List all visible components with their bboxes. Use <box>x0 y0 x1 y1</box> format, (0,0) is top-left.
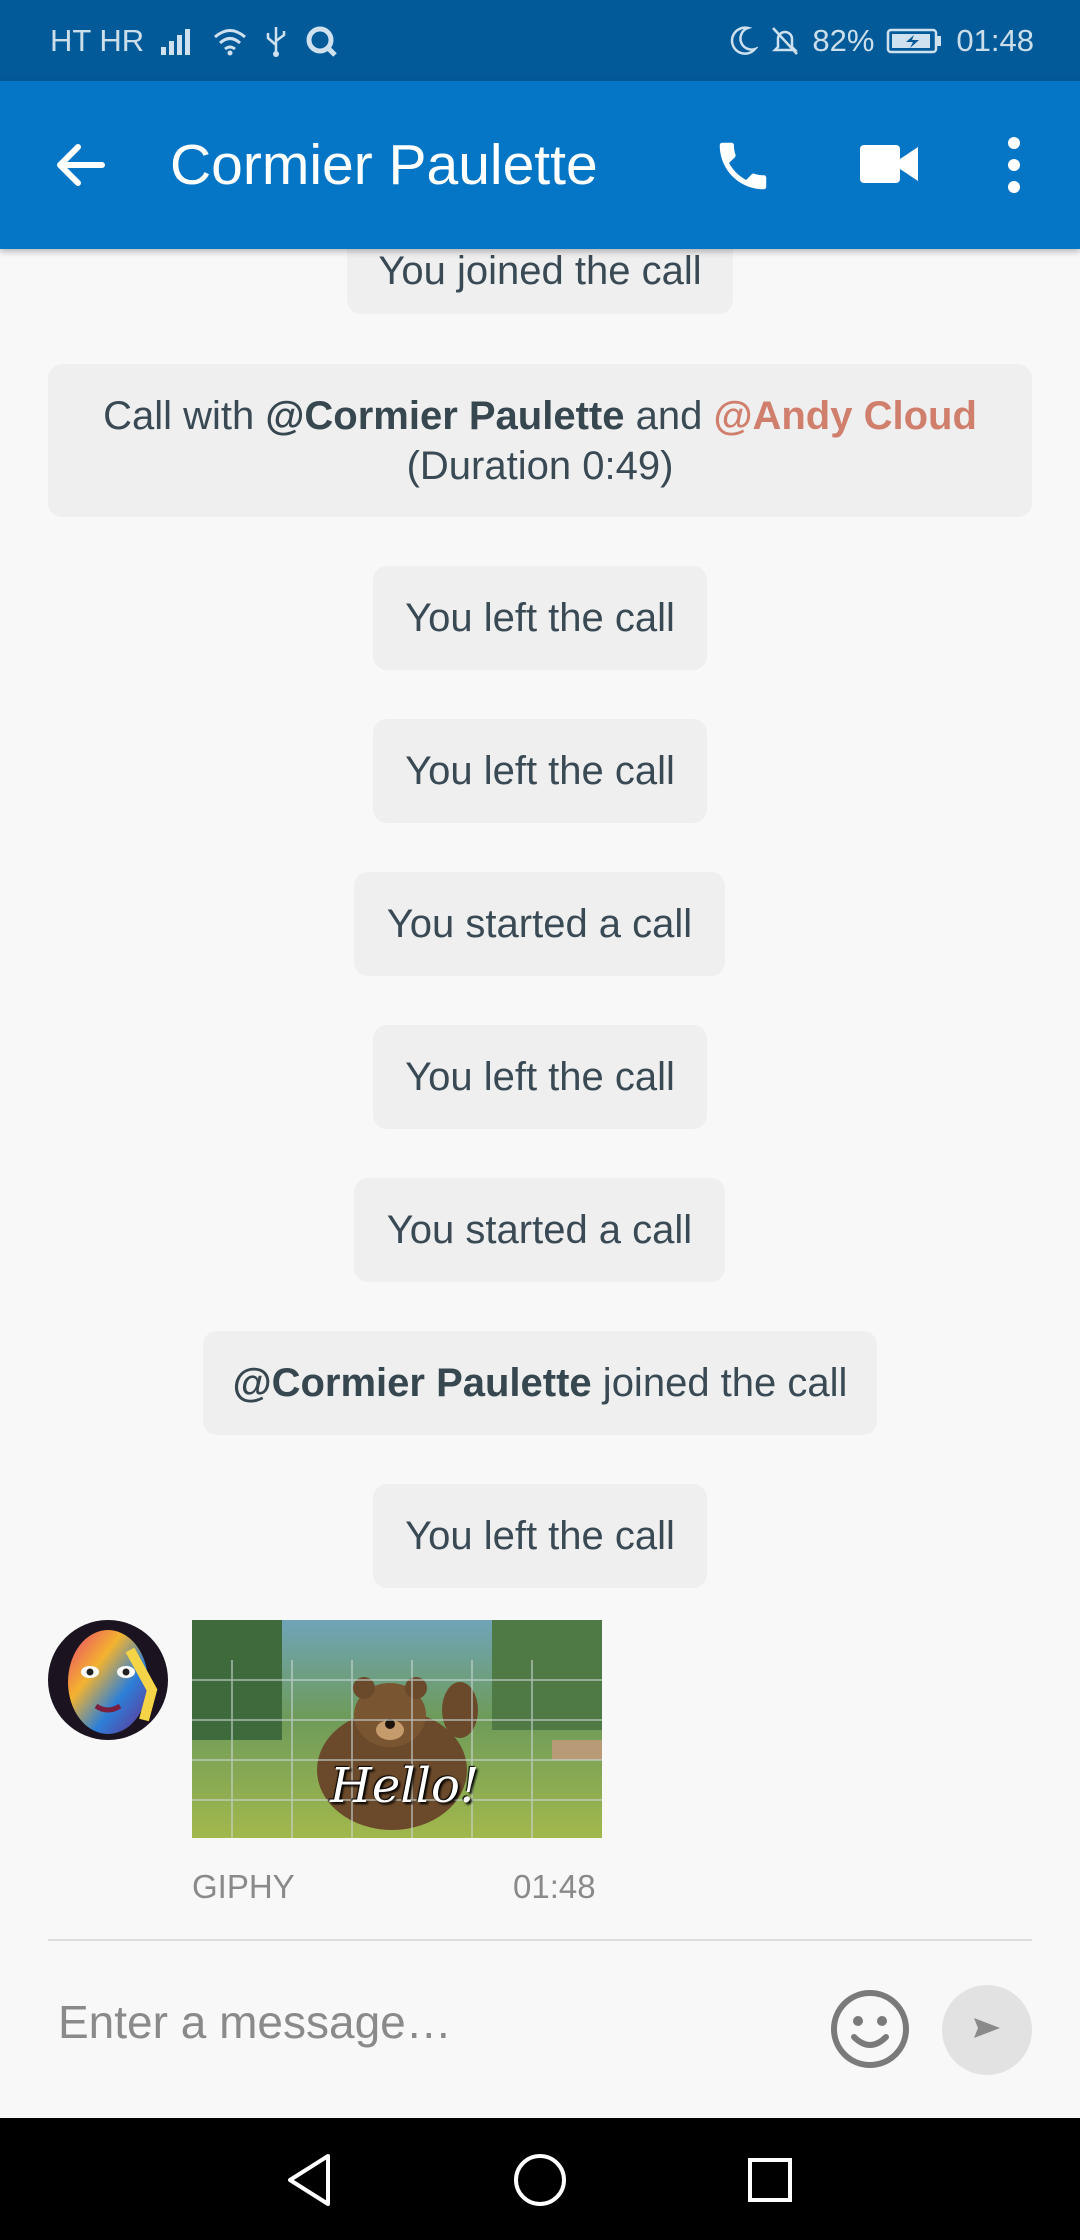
usb-icon <box>264 25 288 57</box>
joined-text: joined the call <box>591 1360 848 1405</box>
battery-charging-icon <box>886 27 944 55</box>
mention-andy-cloud[interactable]: @Andy Cloud <box>713 394 976 438</box>
back-arrow-icon[interactable] <box>52 137 108 193</box>
system-nav-bar <box>0 2118 1080 2240</box>
system-message-text: You left the call <box>405 1513 675 1558</box>
system-message-text: You started a call <box>386 901 693 946</box>
system-message: You left the call <box>373 1484 707 1588</box>
system-message: You started a call <box>354 1178 725 1282</box>
phone-call-icon[interactable] <box>712 135 774 197</box>
more-vert-icon[interactable] <box>994 133 1034 197</box>
system-message-text: You left the call <box>405 1054 675 1099</box>
system-message: You left the call <box>373 1025 707 1129</box>
gif-caption: Hello! <box>330 1758 480 1814</box>
conversation-title: Cormier Paulette <box>170 133 598 197</box>
app-bar: Cormier Paulette <box>0 81 1080 249</box>
system-message-text: You joined the call <box>378 249 702 293</box>
gif-source-label: GIPHY <box>192 1868 295 1905</box>
system-message-text: @Cormier Paulette joined the call <box>233 1361 848 1406</box>
video-call-icon[interactable] <box>858 139 920 189</box>
system-message-text: You started a call <box>386 1207 693 1252</box>
call-summary-prefix: Call with <box>103 393 266 438</box>
battery-percent: 82% <box>812 22 875 58</box>
message-time: 01:48 <box>513 1868 596 1905</box>
gif-image[interactable]: Hello! <box>192 1620 602 1838</box>
system-message: @Cormier Paulette joined the call <box>203 1331 877 1435</box>
call-duration: (Duration 0:49) <box>406 443 674 488</box>
send-button[interactable] <box>942 1985 1032 2075</box>
mention-cormier-paulette[interactable]: @Cormier Paulette <box>265 394 624 438</box>
carrier-label: HT HR <box>50 22 145 58</box>
emoji-icon[interactable] <box>828 1987 912 2071</box>
message-input[interactable] <box>56 1981 820 2063</box>
send-icon <box>972 2015 1002 2046</box>
call-summary-middle: and <box>624 393 714 438</box>
nav-home-icon[interactable] <box>508 2148 572 2212</box>
status-bar: HT HR 82% 01:48 <box>0 0 1080 81</box>
moon-icon <box>728 25 759 57</box>
system-message-text: You left the call <box>405 748 675 793</box>
silent-bell-icon <box>770 25 800 57</box>
nav-recents-icon[interactable] <box>738 2148 802 2212</box>
wifi-icon <box>212 26 248 56</box>
composer <box>0 1941 1080 2118</box>
mention-cormier-paulette[interactable]: @Cormier Paulette <box>233 1361 592 1405</box>
system-message: You left the call <box>373 566 707 670</box>
system-message: You left the call <box>373 719 707 823</box>
system-message: You joined the call <box>347 249 733 314</box>
system-message-text: You left the call <box>405 595 675 640</box>
app-notification-icon <box>304 24 338 58</box>
signal-icon <box>160 27 196 55</box>
status-time: 01:48 <box>956 22 1034 58</box>
avatar[interactable] <box>48 1620 168 1740</box>
call-summary-message: Call with @Cormier Paulette and @Andy Cl… <box>48 364 1032 517</box>
system-message: You started a call <box>354 872 725 976</box>
call-summary-text: Call with @Cormier Paulette and @Andy Cl… <box>103 391 977 491</box>
nav-back-icon[interactable] <box>278 2148 342 2212</box>
